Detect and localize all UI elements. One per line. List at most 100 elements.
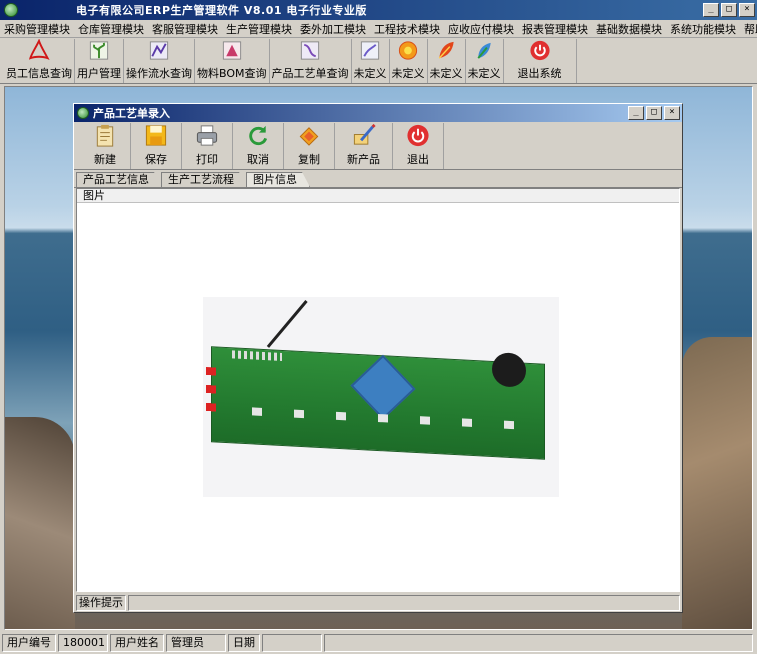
status-date-value <box>262 634 322 652</box>
tab-process-info[interactable]: 产品工艺信息 <box>76 172 162 187</box>
menu-production[interactable]: 生产管理模块 <box>222 21 296 37</box>
toolbar-label: 退出系统 <box>517 67 562 80</box>
toolbar-employee-query-button[interactable]: 员工信息查询 <box>4 39 75 83</box>
power-icon <box>407 124 429 147</box>
close-button[interactable]: × <box>739 3 755 17</box>
main-toolbar: 员工信息查询 用户管理 操作流水查询 物料BOM查询 产品工艺单查询 未定义 未… <box>0 38 757 84</box>
save-button-label: 保存 <box>145 153 167 166</box>
hint-bar: 操作提示 <box>76 594 680 612</box>
status-extra <box>324 634 753 652</box>
tab-production-flow[interactable]: 生产工艺流程 <box>161 172 247 187</box>
toolbar-process-sheet-query-button[interactable]: 产品工艺单查询 <box>270 39 352 83</box>
exit-button[interactable]: 退出 <box>393 123 444 169</box>
save-button[interactable]: 保存 <box>131 123 182 169</box>
pdf-icon <box>28 39 50 60</box>
leaf-icon <box>438 41 454 59</box>
cancel-button[interactable]: 取消 <box>233 123 284 169</box>
hint-label: 操作提示 <box>76 595 126 611</box>
toolbar-undefined-2-button[interactable]: 未定义 <box>390 39 428 83</box>
print-button[interactable]: 打印 <box>182 123 233 169</box>
new-product-icon <box>353 123 376 145</box>
child-window-controls: _ □ × <box>628 106 680 120</box>
child-maximize-button[interactable]: □ <box>646 106 662 120</box>
window-controls: _ □ × <box>703 3 755 17</box>
undefined-icon <box>360 41 380 60</box>
toolbar-user-management-button[interactable]: 用户管理 <box>75 39 124 83</box>
status-user-id-label: 用户编号 <box>2 634 56 652</box>
menu-receivable-payable[interactable]: 应收应付模块 <box>444 21 518 37</box>
cancel-button-label: 取消 <box>247 153 269 166</box>
pcb-connector <box>232 350 282 361</box>
image-panel: 图片 <box>76 188 680 592</box>
toolbar-exit-system-button[interactable]: 退出系统 <box>504 39 577 83</box>
toolbar-label: 员工信息查询 <box>6 67 72 80</box>
app-title: 电子有限公司ERP生产管理软件 V8.01 电子行业专业版 <box>76 4 367 17</box>
toolbar-label: 未定义 <box>353 67 387 80</box>
exit-button-label: 退出 <box>407 153 429 166</box>
pcb-chip <box>350 354 416 420</box>
tab-image-info[interactable]: 图片信息 <box>246 172 310 187</box>
menu-outsourcing[interactable]: 委外加工模块 <box>296 21 370 37</box>
pcb-buzzer <box>492 351 526 388</box>
menu-help[interactable]: 帮助 <box>740 21 757 37</box>
menu-customer-service[interactable]: 客服管理模块 <box>148 21 222 37</box>
menu-system[interactable]: 系统功能模块 <box>666 21 740 37</box>
maximize-button[interactable]: □ <box>721 3 737 17</box>
child-title: 产品工艺单录入 <box>93 107 170 120</box>
toolbar-undefined-3-button[interactable]: 未定义 <box>428 39 466 83</box>
toolbar-label: 用户管理 <box>77 67 121 80</box>
toolbar-label: 未定义 <box>429 67 463 80</box>
floppy-icon <box>145 125 167 146</box>
status-user-name-label: 用户姓名 <box>110 634 164 652</box>
power-icon <box>529 40 550 61</box>
feather-icon <box>477 42 491 59</box>
new-product-button-label: 新产品 <box>347 153 380 166</box>
toolbar-label: 物料BOM查询 <box>197 67 267 80</box>
toolbar-bom-query-button[interactable]: 物料BOM查询 <box>195 39 270 83</box>
menu-engineering[interactable]: 工程技术模块 <box>370 21 444 37</box>
menu-base-data[interactable]: 基础数据模块 <box>592 21 666 37</box>
process-icon <box>300 41 320 60</box>
wallpaper-rock-left <box>5 417 75 629</box>
child-titlebar: 产品工艺单录入 _ □ × <box>74 104 682 122</box>
pcb-wire <box>266 300 308 348</box>
status-user-name: 管理员 <box>166 634 226 652</box>
child-app-icon <box>77 107 89 119</box>
menu-purchase[interactable]: 采购管理模块 <box>0 21 74 37</box>
product-photo[interactable] <box>203 297 559 497</box>
minimize-button[interactable]: _ <box>703 3 719 17</box>
hint-value <box>128 595 680 611</box>
toolbar-label: 未定义 <box>391 67 425 80</box>
bom-icon <box>222 41 241 60</box>
toolbar-label: 产品工艺单查询 <box>271 67 349 80</box>
status-bar: 用户编号 180001 用户姓名 管理员 日期 <box>0 632 757 654</box>
copy-button-label: 复制 <box>298 153 320 166</box>
child-minimize-button[interactable]: _ <box>628 106 644 120</box>
status-user-id: 180001 <box>58 634 108 652</box>
child-close-button[interactable]: × <box>664 106 680 120</box>
print-button-label: 打印 <box>196 153 218 166</box>
clipboard-icon <box>96 124 114 147</box>
new-button-label: 新建 <box>94 153 116 166</box>
toolbar-operation-log-button[interactable]: 操作流水查询 <box>124 39 195 83</box>
menu-warehouse[interactable]: 仓库管理模块 <box>74 21 148 37</box>
pcb-board-image <box>206 346 545 460</box>
pcb-red-leds <box>206 366 216 418</box>
image-column-header: 图片 <box>77 189 679 203</box>
toolbar-undefined-1-button[interactable]: 未定义 <box>352 39 390 83</box>
toolbar-undefined-4-button[interactable]: 未定义 <box>466 39 504 83</box>
wallpaper-rock-right <box>682 337 752 629</box>
new-button[interactable]: 新建 <box>80 123 131 169</box>
new-product-button[interactable]: 新产品 <box>335 123 393 169</box>
flower-icon <box>398 41 418 60</box>
toolbar-label: 操作流水查询 <box>126 67 192 80</box>
menu-reports[interactable]: 报表管理模块 <box>518 21 592 37</box>
refresh-icon <box>249 125 268 146</box>
main-titlebar: 电子有限公司ERP生产管理软件 V8.01 电子行业专业版 _ □ × <box>0 0 757 20</box>
menu-bar: 采购管理模块 仓库管理模块 客服管理模块 生产管理模块 委外加工模块 工程技术模… <box>0 20 757 38</box>
process-sheet-window: 产品工艺单录入 _ □ × 新建 保存 打印 取消 复制 新产品 退出 产品工艺… <box>73 103 683 613</box>
app-icon <box>4 3 18 17</box>
plant-icon <box>89 41 109 60</box>
copy-button[interactable]: 复制 <box>284 123 335 169</box>
copy-icon <box>299 127 319 146</box>
